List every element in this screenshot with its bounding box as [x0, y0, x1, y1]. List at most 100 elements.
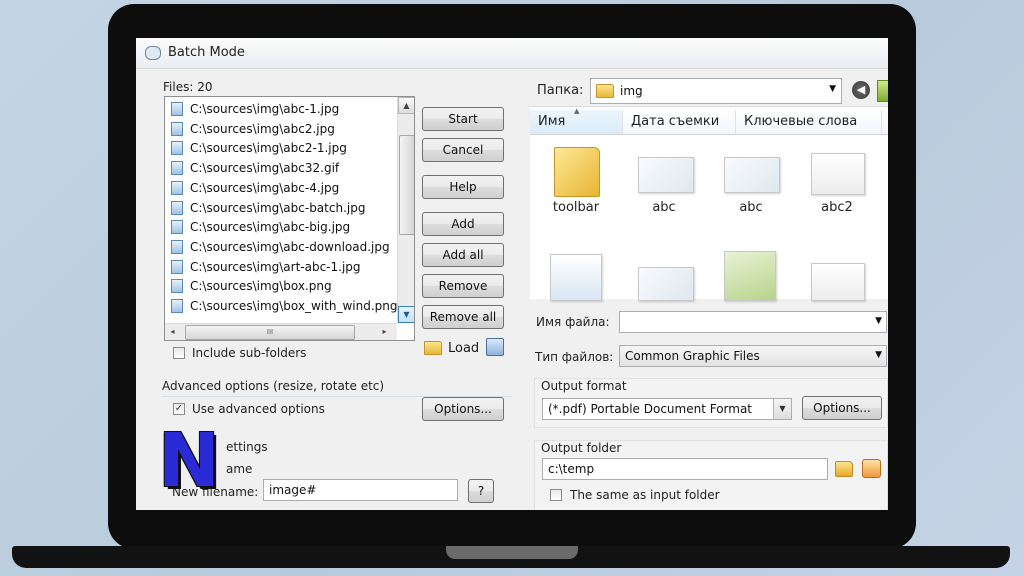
cancel-button[interactable]: Cancel [422, 138, 504, 162]
column-date-taken[interactable]: Дата съемки [623, 110, 736, 134]
load-label: Load [448, 340, 480, 356]
image-file-icon [171, 141, 183, 156]
window-title: Batch Mode [168, 45, 245, 60]
image-file-icon [171, 102, 183, 116]
filetype-label: Тип файлов: [535, 350, 614, 364]
open-output-folder-icon[interactable] [862, 459, 881, 478]
file-list-horizontal-scrollbar[interactable]: ◂ III ▸ [165, 323, 397, 340]
image-file-icon [171, 239, 183, 254]
laptop-notch [446, 546, 578, 559]
file-path: C:\sources\img\abc-1.jpg [190, 102, 340, 116]
file-list-item[interactable]: C:\sources\img\box_with_wind.png [171, 296, 397, 316]
help-button[interactable]: Help [422, 175, 504, 199]
filename-help-button[interactable]: ? [468, 479, 494, 503]
file-path: C:\sources\img\abc-batch.jpg [190, 200, 366, 215]
file-path: C:\sources\img\abc2.jpg [190, 121, 335, 136]
start-button[interactable]: Start [422, 107, 504, 131]
files-count-label: Files: 20 [163, 80, 213, 94]
thumbnail-label-abc-2: abc [739, 200, 763, 215]
column-keywords[interactable]: Ключевые слова [736, 110, 882, 134]
image-file-icon [171, 299, 183, 313]
advanced-options-heading: Advanced options (resize, rotate etc) [162, 379, 385, 393]
title-bar: Batch Mode [136, 38, 888, 69]
image-thumbnail[interactable] [638, 267, 694, 301]
use-advanced-options-checkbox[interactable]: ✓ [173, 403, 185, 415]
file-path: C:\sources\img\abc2-1.jpg [190, 141, 347, 156]
output-folder-input[interactable]: c:\temp [542, 458, 828, 480]
file-list-item[interactable]: C:\sources\img\abc32.gif [171, 158, 339, 178]
chevron-down-icon: ▼ [875, 316, 882, 326]
file-list-item[interactable]: C:\sources\img\abc2.jpg [171, 119, 335, 139]
scroll-down-arrow-icon[interactable]: ▼ [398, 306, 414, 323]
folder-label: Папка: [537, 83, 584, 98]
up-folder-icon[interactable] [877, 80, 888, 102]
scroll-up-arrow-icon[interactable]: ▲ [398, 97, 414, 114]
image-thumbnail[interactable] [811, 263, 865, 301]
file-list-item[interactable]: C:\sources\img\abc-batch.jpg [171, 198, 365, 218]
image-thumbnail[interactable] [550, 254, 602, 301]
chevron-down-icon: ▼ [829, 84, 836, 94]
add-button[interactable]: Add [422, 212, 504, 236]
file-path: C:\sources\img\box_with_wind.png [190, 299, 398, 313]
scroll-right-arrow-icon[interactable]: ▸ [377, 324, 392, 339]
save-list-icon[interactable] [486, 338, 504, 356]
load-button[interactable]: Load [424, 338, 479, 358]
output-folder-heading: Output folder [541, 441, 622, 455]
batch-mode-window: Batch Mode Files: 20 C:\sources\img\abc-… [136, 38, 888, 510]
folder-value: img [620, 84, 643, 98]
advanced-options-button[interactable]: Options... [422, 397, 504, 421]
include-subfolders-checkbox[interactable] [173, 347, 185, 359]
horizontal-scroll-thumb[interactable]: III [185, 325, 355, 340]
file-list-item[interactable]: C:\sources\img\abc-4.jpg [171, 178, 339, 198]
rename-settings-heading: ettings [226, 440, 268, 454]
file-path: C:\sources\img\abc32.gif [190, 161, 340, 176]
file-list-item[interactable]: C:\sources\img\box.png [171, 276, 332, 296]
same-as-input-checkbox[interactable] [550, 489, 562, 501]
browse-folder-icon[interactable] [835, 461, 853, 477]
chevron-down-icon: ▼ [875, 350, 882, 360]
sort-ascending-icon: ▲ [574, 107, 580, 115]
image-file-icon [171, 121, 183, 136]
remove-button[interactable]: Remove [422, 274, 504, 298]
open-folder-icon [424, 341, 442, 355]
file-list-item[interactable]: C:\sources\img\art-abc-1.jpg [171, 257, 361, 277]
file-path: C:\sources\img\art-abc-1.jpg [190, 259, 361, 274]
file-list-item[interactable]: C:\sources\img\abc-1.jpg [171, 99, 339, 119]
scroll-left-arrow-icon[interactable]: ◂ [165, 324, 180, 339]
image-file-icon [171, 200, 183, 215]
thumbnail-label-abc2: abc2 [821, 200, 853, 215]
file-list-vertical-scrollbar[interactable]: ▲ ▼ [397, 97, 414, 323]
filetype-value: Common Graphic Files [625, 349, 760, 363]
use-advanced-options-label: Use advanced options [192, 402, 325, 416]
filename-input[interactable]: ▼ [619, 311, 887, 333]
filetype-select[interactable]: Common Graphic Files ▼ [619, 345, 887, 367]
image-thumbnail[interactable] [724, 157, 780, 193]
chevron-down-icon: ▼ [773, 399, 791, 419]
folder-thumbnail-icon[interactable] [554, 147, 600, 197]
rename-name-label: ame [226, 462, 253, 476]
file-list[interactable]: C:\sources\img\abc-1.jpg C:\sources\img\a… [164, 96, 415, 341]
folder-icon [596, 84, 614, 98]
file-list-item[interactable]: C:\sources\img\abc2-1.jpg [171, 138, 347, 158]
folder-combobox[interactable]: img ▼ [590, 78, 842, 104]
image-file-icon [171, 259, 183, 274]
file-list-item[interactable]: C:\sources\img\abc-download.jpg [171, 237, 390, 257]
file-list-item[interactable]: C:\sources\img\abc-big.jpg [171, 217, 350, 237]
image-file-icon [171, 161, 183, 176]
app-icon [145, 46, 161, 60]
vertical-scroll-thumb[interactable] [399, 135, 414, 235]
output-format-select[interactable]: (*.pdf) Portable Document Format ▼ [542, 398, 792, 420]
filename-label: Имя файла: [536, 315, 610, 329]
file-explorer-view[interactable]: Имя Дата съемки Ключевые слова ▲ toolbar… [530, 106, 888, 301]
file-path: C:\sources\img\box.png [190, 279, 332, 294]
image-thumbnail[interactable] [811, 153, 865, 195]
thumbnail-label-abc: abc [652, 200, 676, 215]
file-path: C:\sources\img\abc-big.jpg [190, 220, 351, 235]
remove-all-button[interactable]: Remove all [422, 305, 504, 329]
image-thumbnail[interactable] [638, 157, 694, 193]
new-filename-input[interactable]: image# [263, 479, 458, 501]
add-all-button[interactable]: Add all [422, 243, 504, 267]
back-arrow-icon[interactable]: ◀ [852, 81, 870, 99]
output-format-options-button[interactable]: Options... [802, 396, 882, 420]
image-thumbnail[interactable] [724, 251, 776, 301]
